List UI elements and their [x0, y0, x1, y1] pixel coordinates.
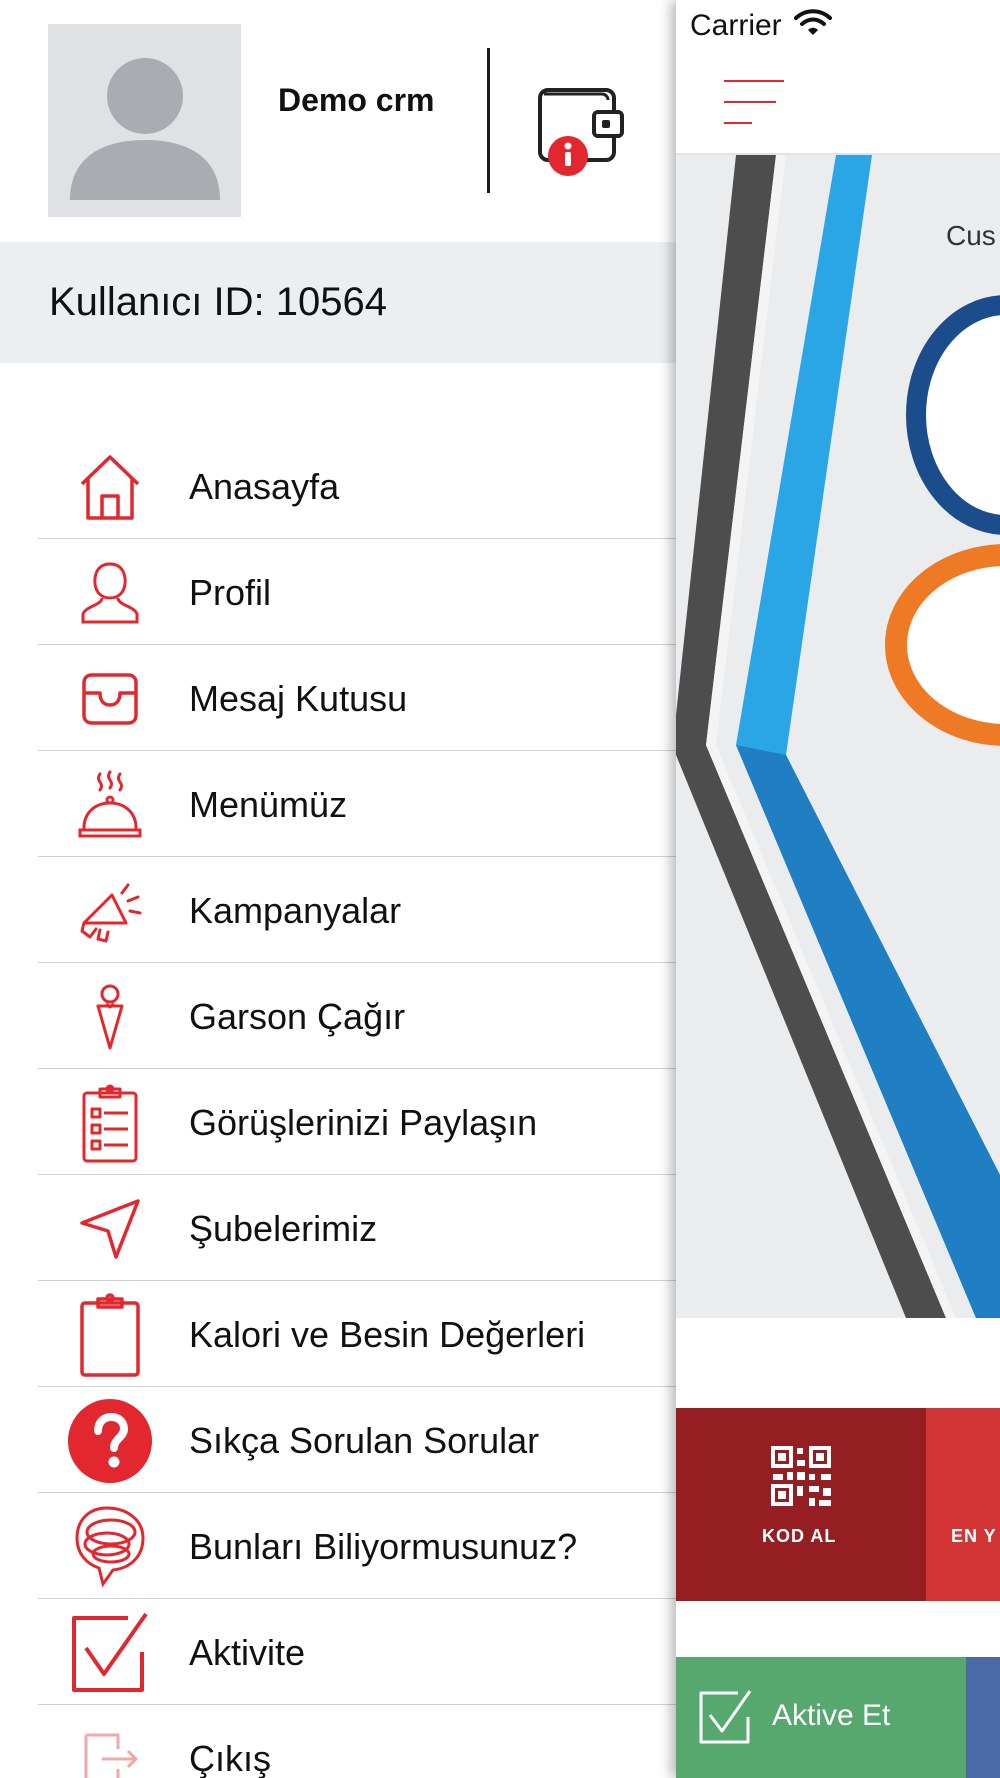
menu-item-label: Görüşlerinizi Paylaşın — [189, 1102, 538, 1143]
food-cloche-icon — [66, 765, 154, 845]
header-divider — [487, 48, 490, 193]
menu-item-gorusleriniz[interactable]: Görüşlerinizi Paylaşın — [0, 1069, 676, 1175]
home-icon — [66, 447, 154, 527]
wifi-icon — [793, 8, 832, 44]
chat-bubble-icon — [66, 1506, 154, 1588]
user-id-label: Kullanıcı ID: 10564 — [49, 280, 387, 324]
menu-item-label: Şubelerimiz — [189, 1208, 378, 1249]
clipboard-icon — [66, 1293, 154, 1377]
aktive-et-label: Aktive Et — [772, 1699, 891, 1732]
menu-item-label: Garson Çağır — [189, 996, 406, 1037]
wallet-button[interactable] — [532, 82, 632, 178]
menu-toggle-button[interactable] — [724, 80, 784, 124]
avatar[interactable] — [48, 24, 241, 217]
aktive-et-button[interactable]: Aktive Et — [676, 1657, 966, 1778]
menu-item-kampanyalar[interactable]: Kampanyalar — [0, 857, 676, 963]
user-icon — [66, 553, 154, 633]
menu-item-label: Menümüz — [189, 784, 348, 825]
avatar-placeholder-icon — [70, 58, 220, 200]
menu-item-sss[interactable]: Sıkça Sorulan Sorular — [0, 1387, 676, 1493]
question-circle-icon — [66, 1399, 154, 1483]
banner-text: Cus — [946, 220, 996, 251]
menu-item-label: Çıkış — [189, 1738, 272, 1778]
status-bar: Carrier — [690, 6, 832, 46]
menu-item-biliyormusunuz[interactable]: Bunları Biliyormusunuz? — [0, 1493, 676, 1599]
menu-item-label: Kalori ve Besin Değerleri — [189, 1314, 586, 1355]
menu-item-mesaj-kutusu[interactable]: Mesaj Kutusu — [0, 645, 676, 751]
menu-item-label: Sıkça Sorulan Sorular — [189, 1420, 540, 1461]
hamburger-line — [724, 80, 784, 82]
waiter-icon — [66, 977, 154, 1057]
kod-al-tile[interactable]: KOD AL — [676, 1408, 926, 1601]
profile-header: Demo crm — [0, 0, 676, 242]
main-screen: Carrier Cus KOD AL EN Y Aktive Et — [676, 0, 1000, 1778]
menu-item-label: Aktivite — [189, 1632, 306, 1673]
menu-item-profil[interactable]: Profil — [0, 539, 676, 645]
carrier-label: Carrier — [690, 9, 782, 42]
user-id-bar: Kullanıcı ID: 10564 — [0, 242, 676, 363]
menu-item-anasayfa[interactable]: Anasayfa — [0, 433, 676, 539]
hero-banner[interactable]: Cus — [676, 155, 1000, 1318]
menu-item-subelerimiz[interactable]: Şubelerimiz — [0, 1175, 676, 1281]
second-tile[interactable]: EN Y — [926, 1408, 1000, 1601]
checklist-clipboard-icon — [66, 1083, 154, 1163]
menu-item-label: Anasayfa — [189, 466, 340, 507]
hamburger-line — [724, 122, 752, 124]
hamburger-line — [724, 101, 776, 103]
menu-item-label: Profil — [189, 572, 272, 613]
logout-icon — [66, 1719, 154, 1778]
wallet-icon — [538, 88, 624, 176]
qr-code-icon — [771, 1446, 831, 1506]
drawer-menu: Anasayfa Profil Mesaj Kutusu Menümüz Kam… — [0, 433, 676, 1778]
menu-item-menumuz[interactable]: Menümüz — [0, 751, 676, 857]
user-name: Demo crm — [278, 82, 435, 118]
megaphone-icon — [66, 871, 154, 951]
location-arrow-icon — [66, 1189, 154, 1269]
checkbox-icon — [66, 1612, 154, 1693]
menu-item-label: Mesaj Kutusu — [189, 678, 408, 719]
inbox-icon — [66, 659, 154, 739]
secondary-button[interactable] — [966, 1657, 1000, 1778]
menu-item-aktivite[interactable]: Aktivite — [0, 1599, 676, 1705]
banner-graphic — [676, 155, 1000, 1318]
menu-item-label: Kampanyalar — [189, 890, 402, 931]
check-icon — [699, 1690, 752, 1744]
menu-item-kalori[interactable]: Kalori ve Besin Değerleri — [0, 1281, 676, 1387]
menu-item-label: Bunları Biliyormusunuz? — [189, 1526, 578, 1567]
kod-al-label: KOD AL — [762, 1526, 837, 1546]
menu-item-garson-cagir[interactable]: Garson Çağır — [0, 963, 676, 1069]
menu-item-cikis[interactable]: Çıkış — [0, 1705, 676, 1778]
second-tile-label: EN Y — [951, 1526, 997, 1546]
side-drawer: Demo crm Kullanıcı ID: 10564 Anasayfa Pr… — [0, 0, 676, 1778]
action-tiles: KOD AL EN Y — [676, 1408, 1000, 1601]
